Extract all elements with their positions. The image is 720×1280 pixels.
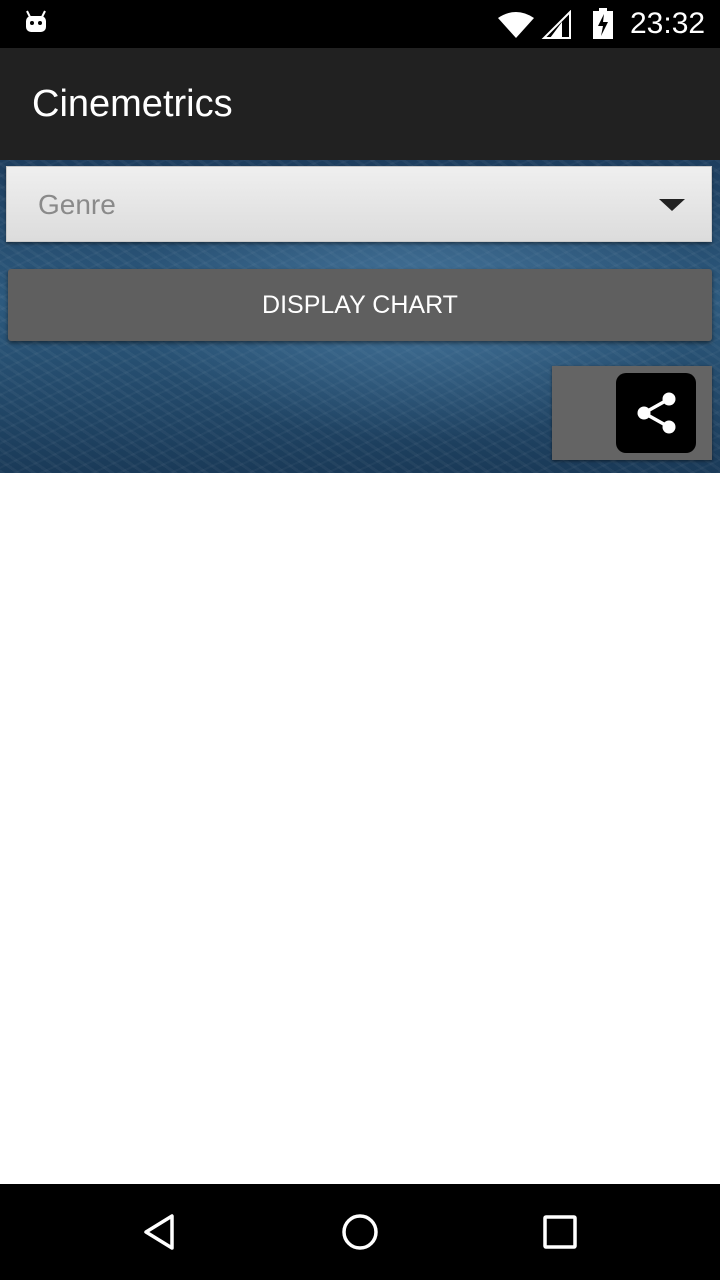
status-bar: 23:32 (0, 0, 720, 48)
wifi-icon (498, 12, 534, 38)
back-button[interactable] (132, 1204, 188, 1260)
navigation-bar (0, 1184, 720, 1280)
home-icon (342, 1214, 378, 1250)
recent-apps-button[interactable] (532, 1204, 588, 1260)
share-panel (552, 366, 712, 460)
genre-spinner[interactable]: Genre (6, 166, 712, 242)
app-title: Cinemetrics (32, 83, 233, 125)
chevron-down-icon (659, 199, 685, 211)
battery-icon (593, 8, 613, 39)
display-chart-button[interactable]: DISPLAY CHART (8, 269, 712, 341)
back-icon (144, 1214, 174, 1250)
controls-panel: Genre DISPLAY CHART (0, 160, 720, 473)
app-bar: Cinemetrics (0, 48, 720, 160)
share-button[interactable] (616, 373, 696, 453)
home-button[interactable] (332, 1204, 388, 1260)
share-icon (637, 392, 676, 434)
signal-icon (541, 10, 571, 39)
android-icon (26, 10, 46, 32)
recent-apps-icon (543, 1215, 577, 1249)
status-clock: 23:32 (630, 7, 706, 40)
chart-area (0, 473, 720, 1184)
genre-spinner-label: Genre (38, 189, 116, 220)
